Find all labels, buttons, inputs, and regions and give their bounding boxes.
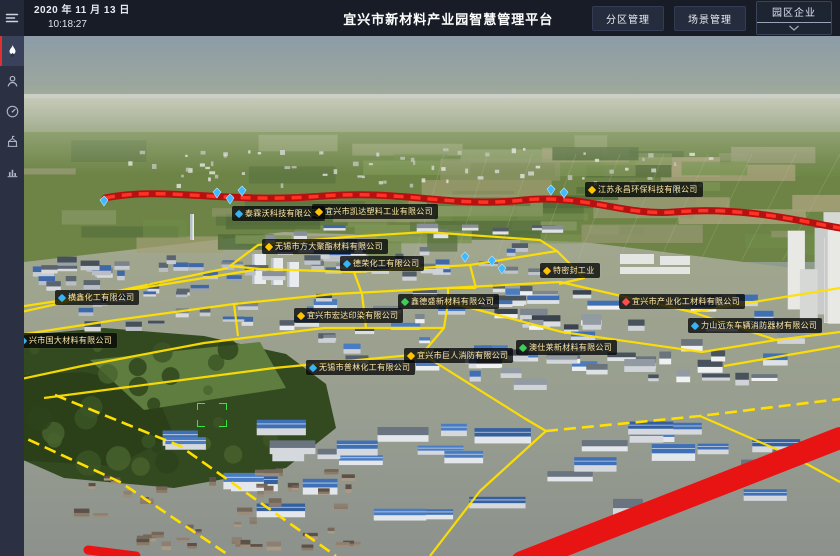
map-3d-view[interactable]: 横鑫化工有限公司兴市国大材料有限公司 泰霖沃科技有限公司宜兴市凯达塑料工业有限公司… — [24, 36, 840, 556]
company-label[interactable]: 泰霖沃科技有限公司 — [232, 206, 325, 221]
company-label-text: 宜兴市宏达印染有限公司 — [307, 310, 398, 321]
company-label[interactable]: 德荣化工有限公司 — [340, 256, 424, 271]
chevron-down-icon — [757, 23, 831, 34]
company-label-text: 江苏永昌环保科技有限公司 — [598, 184, 698, 195]
company-marker-icon — [401, 297, 409, 305]
company-marker-icon — [235, 209, 243, 217]
topbar-actions: 分区管理 场景管理 园区企业 — [592, 1, 832, 35]
company-marker-icon — [691, 321, 699, 329]
company-label[interactable]: 江苏永昌环保科技有限公司 — [585, 182, 703, 197]
company-marker-icon — [407, 351, 415, 359]
company-label[interactable]: 宜兴市巨人消防有限公司 — [404, 348, 513, 363]
company-marker-icon — [315, 207, 323, 215]
company-label[interactable]: 澳仕莱新材料有限公司 — [516, 340, 617, 355]
company-marker-icon — [24, 336, 27, 344]
flame-icon — [5, 43, 20, 59]
current-date: 2020 年 11 月 13 日 — [34, 5, 130, 18]
scene-management-button[interactable]: 场景管理 — [674, 6, 746, 31]
page-title: 宜兴市新材料产业园智慧管理平台 — [343, 9, 553, 28]
menu-icon — [4, 10, 20, 26]
sidebar-item-enterprise[interactable] — [0, 126, 24, 156]
company-label-text: 鑫德盛新材料有限公司 — [411, 296, 494, 307]
company-marker-icon — [588, 185, 596, 193]
factory-icon — [5, 134, 20, 149]
person-icon — [5, 74, 20, 89]
company-label-text: 无锡市普林化工有限公司 — [319, 362, 410, 373]
company-label-text: 泰霖沃科技有限公司 — [245, 208, 320, 219]
company-label-text: 横鑫化工有限公司 — [68, 292, 134, 303]
company-label[interactable]: 无锡市方大聚酯材料有限公司 — [262, 239, 388, 254]
company-label[interactable]: 宜兴市产业化工材料有限公司 — [619, 294, 745, 309]
company-label-text: 特密封工业 — [553, 265, 595, 276]
sidebar-item-fire[interactable] — [0, 36, 24, 66]
company-label-text: 澳仕莱新材料有限公司 — [529, 342, 612, 353]
app-window: 2020 年 11 月 13 日 10:18:27 宜兴市新材料产业园智慧管理平… — [0, 0, 840, 556]
company-label[interactable]: 无锡市普林化工有限公司 — [306, 360, 415, 375]
company-label-text: 力山远东车辆消防器材有限公司 — [701, 320, 817, 331]
company-label-text: 宜兴市凯达塑料工业有限公司 — [325, 206, 433, 217]
company-label-text: 宜兴市巨人消防有限公司 — [417, 350, 508, 361]
company-marker-icon — [58, 293, 66, 301]
company-label-text: 无锡市方大聚酯材料有限公司 — [275, 241, 383, 252]
park-enterprise-dropdown[interactable]: 园区企业 — [756, 1, 832, 35]
company-label[interactable]: 特密封工业 — [540, 263, 600, 278]
company-label[interactable]: 鑫德盛新材料有限公司 — [398, 294, 499, 309]
company-label-text: 兴市国大材料有限公司 — [29, 335, 112, 346]
company-label[interactable]: 横鑫化工有限公司 — [55, 290, 139, 305]
company-label-text: 宜兴市产业化工材料有限公司 — [632, 296, 740, 307]
datetime: 2020 年 11 月 13 日 10:18:27 — [34, 5, 130, 31]
zone-management-button[interactable]: 分区管理 — [592, 6, 664, 31]
sidebar-nav — [0, 36, 24, 186]
company-marker-icon — [309, 363, 317, 371]
company-label[interactable]: 力山远东车辆消防器材有限公司 — [688, 318, 822, 333]
company-marker-icon — [265, 242, 273, 250]
company-marker-icon — [297, 311, 305, 319]
sidebar-item-monitor[interactable] — [0, 96, 24, 126]
chart-icon — [5, 164, 20, 179]
sidebar — [0, 0, 24, 556]
sidebar-item-personnel[interactable] — [0, 66, 24, 96]
topbar: 2020 年 11 月 13 日 10:18:27 宜兴市新材料产业园智慧管理平… — [24, 0, 840, 36]
company-label[interactable]: 宜兴市宏达印染有限公司 — [294, 308, 403, 323]
company-label-text: 德荣化工有限公司 — [353, 258, 419, 269]
park-enterprise-dropdown-label: 园区企业 — [757, 2, 831, 23]
current-time: 10:18:27 — [48, 19, 130, 32]
company-marker-icon — [622, 297, 630, 305]
company-marker-icon — [543, 266, 551, 274]
menu-toggle-button[interactable] — [0, 0, 24, 36]
gauge-icon — [5, 104, 20, 119]
company-marker-icon — [519, 343, 527, 351]
company-label[interactable]: 兴市国大材料有限公司 — [24, 333, 117, 348]
company-label[interactable]: 宜兴市凯达塑料工业有限公司 — [312, 204, 438, 219]
sidebar-item-statistics[interactable] — [0, 156, 24, 186]
company-marker-icon — [343, 259, 351, 267]
